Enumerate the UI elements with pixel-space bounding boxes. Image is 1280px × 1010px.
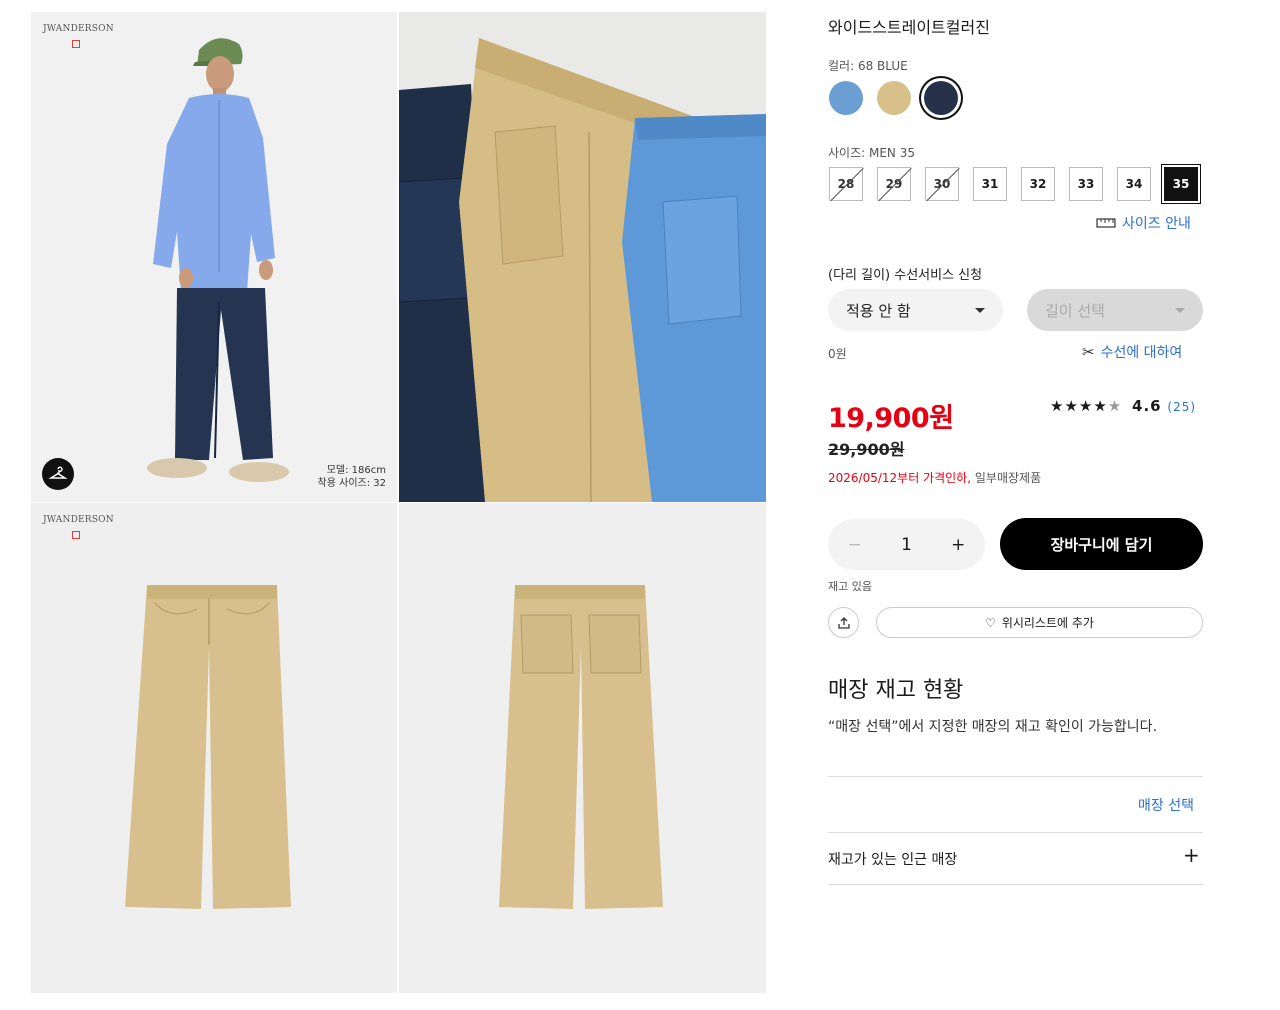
scissors-icon: ✂ xyxy=(1082,343,1095,361)
quantity-value: 1 xyxy=(901,534,912,555)
chevron-down-icon xyxy=(1175,307,1185,313)
alteration-info-link[interactable]: ✂ 수선에 대하여 xyxy=(1082,342,1182,362)
size-option-34[interactable]: 34 xyxy=(1117,167,1151,201)
hanger-button[interactable] xyxy=(42,458,74,490)
select-store-link[interactable]: 매장 선택 xyxy=(1138,795,1194,815)
alteration-select[interactable]: 적용 안 함 xyxy=(828,289,1003,331)
model-illustration xyxy=(31,12,397,502)
rating-stars-icon: ★★★★★ xyxy=(1050,397,1123,415)
price-note-date: 2026/05/12부터 가격인하, xyxy=(828,471,972,485)
size-guide-link[interactable]: 사이즈 안내 xyxy=(1096,213,1191,233)
share-icon xyxy=(837,616,850,629)
size-option-31[interactable]: 31 xyxy=(973,167,1007,201)
expand-plus-icon[interactable]: + xyxy=(1183,843,1200,867)
product-image-detail[interactable] xyxy=(399,12,766,502)
size-option-29[interactable]: 29 xyxy=(877,167,911,201)
quantity-stepper[interactable]: − 1 + xyxy=(828,519,985,570)
review-count[interactable]: (25) xyxy=(1167,400,1196,414)
pants-back-illustration xyxy=(399,503,766,993)
minus-icon[interactable]: − xyxy=(848,535,862,555)
rating-value: 4.6 xyxy=(1132,397,1162,415)
alteration-label: (다리 길이) 수선서비스 신청 xyxy=(828,268,983,283)
brand-logo: JWANDERSON xyxy=(43,24,114,34)
length-select-value: 길이 선택 xyxy=(1045,301,1105,320)
pants-front-illustration xyxy=(31,503,397,993)
size-guide-label: 사이즈 안내 xyxy=(1122,216,1191,232)
divider xyxy=(828,884,1203,885)
original-price: 29,900원 xyxy=(828,440,905,459)
alteration-select-value: 적용 안 함 xyxy=(846,301,911,320)
price-note-stores: 일부매장제품 xyxy=(974,471,1042,485)
detail-illustration xyxy=(399,12,766,502)
size-option-32[interactable]: 32 xyxy=(1021,167,1055,201)
size-option-28[interactable]: 28 xyxy=(829,167,863,201)
size-option-35[interactable]: 35 xyxy=(1164,167,1198,201)
share-button[interactable] xyxy=(828,607,859,638)
color-swatch-light-blue[interactable] xyxy=(829,81,863,115)
color-swatch-navy[interactable] xyxy=(924,81,958,115)
divider xyxy=(828,832,1203,833)
add-to-cart-button[interactable]: 장바구니에 담기 xyxy=(1000,518,1203,570)
product-image-model[interactable]: JWANDERSON 모델: 186cm 착용 사이즈: 32 xyxy=(31,12,397,502)
size-label: 사이즈: MEN 35 xyxy=(828,146,915,160)
plus-icon[interactable]: + xyxy=(951,535,965,555)
product-title: 와이드스트레이트컬러진 xyxy=(828,18,990,37)
divider xyxy=(828,776,1203,777)
store-stock-heading: 매장 재고 현황 xyxy=(828,678,964,703)
size-option-30[interactable]: 30 xyxy=(925,167,959,201)
stock-status: 재고 있음 xyxy=(828,580,872,593)
rating[interactable]: ★★★★★ 4.6 (25) xyxy=(1050,397,1196,415)
ruler-icon xyxy=(1096,218,1116,228)
alteration-price: 0원 xyxy=(828,347,847,361)
wishlist-button[interactable]: ♡ 위시리스트에 추가 xyxy=(876,607,1203,638)
price-note: 2026/05/12부터 가격인하, 일부매장제품 xyxy=(828,469,1041,486)
model-info: 모델: 186cm 착용 사이즈: 32 xyxy=(318,464,386,490)
sale-price: 19,900원 xyxy=(828,403,954,434)
length-select[interactable]: 길이 선택 xyxy=(1027,289,1203,331)
color-label: 컬러: 68 BLUE xyxy=(828,59,908,73)
brand-logo: JWANDERSON xyxy=(43,515,114,525)
product-image-front[interactable]: JWANDERSON xyxy=(31,503,397,993)
color-swatch-beige[interactable] xyxy=(877,81,911,115)
brand-mark-icon xyxy=(72,531,80,539)
heart-icon: ♡ xyxy=(985,615,996,630)
model-size: 착용 사이즈: 32 xyxy=(317,478,386,489)
store-stock-description: “매장 선택”에서 지정한 매장의 재고 확인이 가능합니다. xyxy=(828,719,1158,735)
hanger-icon xyxy=(48,466,68,479)
size-option-33[interactable]: 33 xyxy=(1069,167,1103,201)
model-height: 모델: 186cm xyxy=(326,465,386,476)
chevron-down-icon xyxy=(975,307,985,313)
brand-mark-icon xyxy=(72,40,80,48)
wishlist-label: 위시리스트에 추가 xyxy=(1001,616,1094,630)
alteration-info-label: 수선에 대하여 xyxy=(1100,345,1183,361)
nearby-stores-label[interactable]: 재고가 있는 인근 매장 xyxy=(828,849,957,869)
product-image-back[interactable] xyxy=(399,503,766,993)
